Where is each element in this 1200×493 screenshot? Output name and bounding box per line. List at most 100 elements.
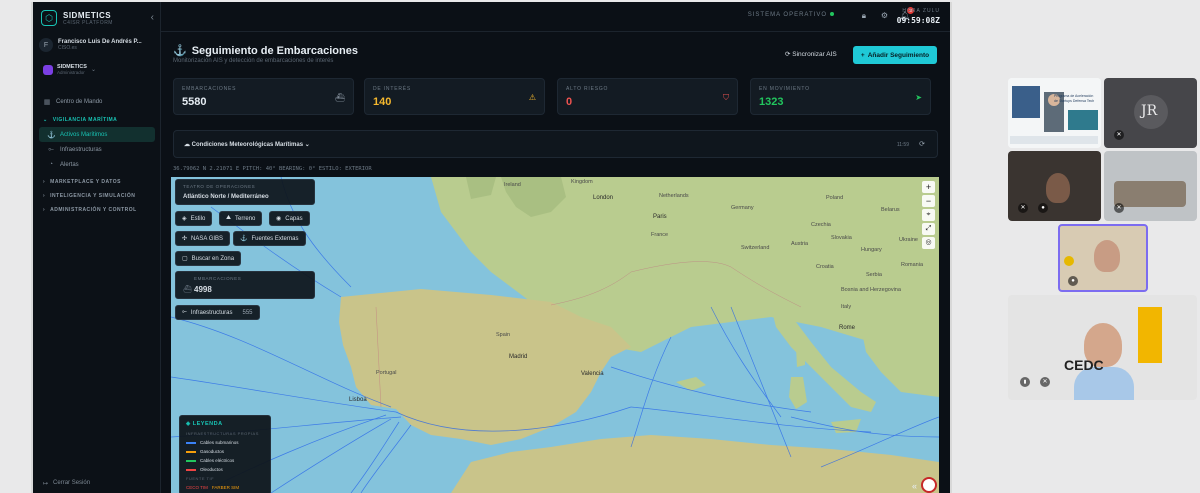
add-tracking-label: Añadir Seguimiento <box>867 51 930 59</box>
satellite-icon: ✣ <box>182 236 188 242</box>
map-label-rome: Rome <box>839 325 856 331</box>
map-label-netherlands: Netherlands <box>659 193 689 199</box>
chevron-down-icon: ⌄ <box>90 67 96 73</box>
refresh-icon[interactable]: ⟳ <box>919 140 925 148</box>
map-label-poland: Poland <box>826 195 844 201</box>
weather-panel[interactable]: ☁ Condiciones Meteorológicas Marítimas ⌄… <box>173 130 938 158</box>
sidebar-item-infraestructuras[interactable]: ⟜ Infraestructuras <box>39 142 155 157</box>
participant-tile-jr[interactable]: JR ✕ <box>1104 78 1197 148</box>
user-email: CISO.es <box>58 45 77 51</box>
logout-button[interactable]: ↦ Cerrar Sesión <box>43 480 90 487</box>
map-label-portugal: Portugal <box>376 370 397 376</box>
sidebar-nav: ▦ Centro de Mando ⌄ VIGILANCIA MARÍTIMA … <box>39 94 155 217</box>
layers-button[interactable]: ◉ Capas <box>269 211 310 226</box>
user-profile[interactable]: F Francisco Luis De Andrés P... CISO.es <box>39 38 155 52</box>
map-label-romania: Romania <box>901 262 924 268</box>
sidebar-item-centro-de-mando[interactable]: ▦ Centro de Mando <box>39 94 155 109</box>
brand-wall-text: CEDC <box>1064 357 1104 373</box>
sidebar-section-label: ADMINISTRACIÓN Y CONTROL <box>50 207 137 213</box>
map-label-valencia: Valencia <box>581 371 604 377</box>
terrain-button-label: Terreno <box>235 215 256 222</box>
map-label-croatia: Croatia <box>816 264 834 270</box>
map-label-italy: Italy <box>841 304 852 310</box>
collapse-sidebar-icon[interactable]: ‹ <box>151 12 154 23</box>
eye-icon: ◉ <box>276 216 282 222</box>
infrastructures-count: 555 <box>242 309 253 316</box>
weather-title: ☁ Condiciones Meteorológicas Marítimas ⌄ <box>184 141 310 148</box>
plus-icon: + <box>860 51 865 59</box>
locate-icon[interactable]: ◎ <box>922 237 935 249</box>
participant-tile-main[interactable]: CEDC ▮ ✕ <box>1008 295 1197 400</box>
external-sources-button[interactable]: ⚓ Fuentes Externas <box>233 231 306 246</box>
lock-icon[interactable]: 🔒︎ <box>862 11 866 21</box>
participant-tile-presentation[interactable]: Programa de Aceleración de Startups Defe… <box>1008 78 1101 148</box>
sidebar-section-admin[interactable]: › ADMINISTRACIÓN Y CONTROL <box>39 203 155 217</box>
participant-tile-video-1[interactable]: ✕ ● <box>1008 151 1101 221</box>
add-tracking-button[interactable]: + Añadir Seguimiento <box>853 46 937 64</box>
participant-tile-video-2[interactable]: ✕ <box>1104 151 1197 221</box>
sidebar-section-marketplace[interactable]: › MARKETPLACE Y DATOS <box>39 175 155 189</box>
vessels-label: EMBARCACIONES <box>194 276 242 281</box>
avatar: F <box>39 38 53 52</box>
bell-icon: ◔ <box>48 161 54 168</box>
nasa-gibs-button[interactable]: ✣ NASA GIBS <box>175 231 231 246</box>
legend-swatch <box>186 441 196 444</box>
legend-source: CECO TIM <box>186 485 208 490</box>
fullscreen-icon[interactable]: ⤢ <box>922 223 935 235</box>
legend-label: Cables submarinos <box>200 440 239 445</box>
layers-button-label: Capas <box>285 215 303 222</box>
compass-icon[interactable]: ⌖ <box>922 209 935 221</box>
sidebar-section-label: MARKETPLACE Y DATOS <box>50 179 121 185</box>
theater-panel: TEATRO DE OPERACIONES Atlántico Norte / … <box>175 179 315 205</box>
refresh-icon: ⟳ <box>785 51 791 58</box>
participant-tile-speaking[interactable]: ● <box>1058 224 1148 292</box>
style-button[interactable]: ◈ Estilo <box>175 211 213 226</box>
sidebar-item-alertas[interactable]: ◔ Alertas <box>39 157 155 172</box>
legend-label: Cables eléctricos <box>200 458 235 463</box>
legend-item: Cables submarinos <box>186 440 264 445</box>
assistant-logo-icon[interactable] <box>921 477 937 493</box>
sidebar-item-activos[interactable]: ⚓ Activos Marítimos <box>39 127 155 142</box>
network-icon: ⟜ <box>182 309 187 315</box>
zoom-out-button[interactable]: − <box>922 195 935 207</box>
style-button-label: Estilo <box>190 215 206 222</box>
infrastructures-toggle[interactable]: ⟜ Infraestructuras 555 <box>175 305 260 320</box>
org-selector[interactable]: SIDMETICS Administrador ⌄ <box>43 64 96 75</box>
weather-time: 11:59 <box>896 142 909 148</box>
gear-icon[interactable]: ⚙ <box>881 11 888 20</box>
anchor-icon: ⚓ <box>173 45 187 57</box>
sidebar-section-vigilancia[interactable]: ⌄ VIGILANCIA MARÍTIMA <box>39 113 155 127</box>
terrain-button[interactable]: ⛰ Terreno <box>219 211 263 226</box>
sidebar: ⬡ SIDMETICS C4ISR PLATFORM ‹ F Francisco… <box>33 2 161 493</box>
network-icon: ⟜ <box>48 145 54 153</box>
legend-section-2: FUENTE TIF <box>186 476 215 481</box>
legend-item: Gasoductos <box>186 449 264 454</box>
sync-ais-button[interactable]: ⟳ Sincronizar AIS <box>785 50 837 58</box>
vessels-value: 4998 <box>194 285 212 294</box>
legend-title-text: LEYENDA <box>192 421 223 427</box>
sidebar-item-label: Activos Marítimos <box>60 131 108 138</box>
sidebar-section-inteligencia[interactable]: › INTELIGENCIA Y SIMULACIÓN <box>39 189 155 203</box>
muted-mic-icon: ✕ <box>1114 203 1124 213</box>
system-status-label: SISTEMA OPERATIVO <box>747 12 827 18</box>
signal-icon: ▮ <box>1020 377 1030 387</box>
sidebar-section-label: INTELIGENCIA Y SIMULACIÓN <box>50 193 136 199</box>
anchor-icon: ⚓ <box>47 131 56 139</box>
page-title-text: Seguimiento de Embarcaciones <box>191 44 358 57</box>
double-chevron-left-icon[interactable]: « <box>912 481 917 491</box>
nasa-gibs-label: NASA GIBS <box>191 235 224 242</box>
participant-video <box>1094 240 1120 272</box>
search-zone-label: Buscar en Zona <box>191 255 235 262</box>
map-view[interactable]: Ireland Kingdom London Netherlands Germa… <box>171 177 939 493</box>
vessels-count-panel: EMBARCACIONES ⛴ 4998 <box>175 271 315 299</box>
status-dot <box>830 12 834 16</box>
sync-ais-label: Sincronizar AIS <box>792 51 837 58</box>
zoom-in-button[interactable]: + <box>922 181 935 193</box>
logout-icon: ↦ <box>43 481 49 487</box>
search-zone-button[interactable]: ▢ Buscar en Zona <box>175 251 242 266</box>
brand-name: SIDMETICS <box>63 10 112 20</box>
stat-card-embarcaciones: EMBARCACIONES 5580 ⛴ <box>173 78 354 115</box>
muted-mic-icon: ✕ <box>1040 377 1050 387</box>
stat-card-alto-riesgo: ALTO RIESGO 0 ⛉ <box>557 78 738 115</box>
clock-label: HORA ZULU <box>902 8 940 14</box>
